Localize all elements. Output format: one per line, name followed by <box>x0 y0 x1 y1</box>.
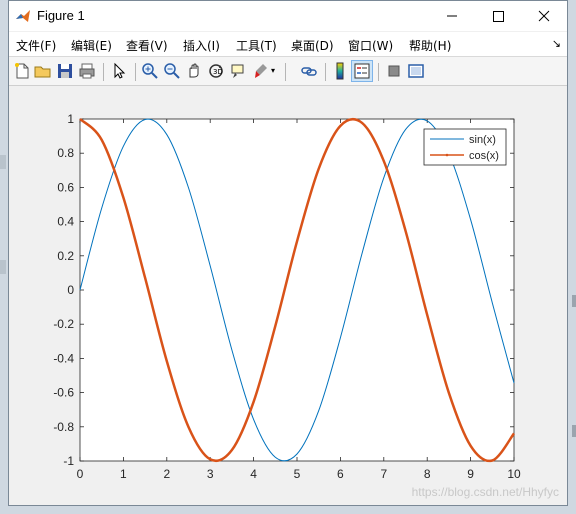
plot-axes[interactable]: 0 1 2 3 4 5 6 7 8 9 10 1 0.8 0.6 0.4 0.2 0 -0.2 -0.4 -0.6 -0… <box>9 87 567 505</box>
zoom-in-icon[interactable] <box>140 61 160 81</box>
show-plot-tools-icon[interactable] <box>406 61 426 81</box>
y-tick-label: 0.8 <box>57 146 74 160</box>
background-window-edge <box>572 425 576 437</box>
y-tick-label: 0.2 <box>57 249 74 263</box>
toolbar: 3D ▾ <box>9 56 567 86</box>
legend-label: sin(x) <box>469 134 496 146</box>
x-tick-label: 5 <box>294 467 301 481</box>
menu-view[interactable]: 查看(V) <box>126 37 168 54</box>
menu-window[interactable]: 窗口(W) <box>348 37 393 54</box>
x-tick-label: 6 <box>337 467 344 481</box>
y-tick-label: 1 <box>67 112 74 126</box>
open-file-icon[interactable] <box>33 61 53 81</box>
figure-canvas[interactable]: 0 1 2 3 4 5 6 7 8 9 10 1 0.8 0.6 0.4 0.2 0 -0.2 -0.4 -0.6 -0… <box>9 87 567 505</box>
y-tick-label: -0.4 <box>53 351 74 365</box>
background-window-edge <box>572 295 576 307</box>
x-tick-label: 8 <box>424 467 431 481</box>
save-icon[interactable] <box>55 61 75 81</box>
y-tick-label: -0.6 <box>53 386 74 400</box>
menu-edit[interactable]: 编辑(E) <box>71 37 112 54</box>
menu-insert[interactable]: 插入(I) <box>183 37 220 54</box>
toolbar-separator <box>325 63 326 81</box>
svg-text:3D: 3D <box>213 68 223 76</box>
y-tick-label: 0 <box>67 283 74 297</box>
x-tick-label: 3 <box>207 467 214 481</box>
legend-label: cos(x) <box>469 150 499 162</box>
x-tick-label: 0 <box>77 467 84 481</box>
window-title: Figure 1 <box>37 8 85 23</box>
x-tick-label: 9 <box>467 467 474 481</box>
background-window-edge <box>0 155 6 169</box>
toolbar-separator <box>135 63 136 81</box>
print-icon[interactable] <box>77 61 97 81</box>
pointer-icon[interactable] <box>109 61 129 81</box>
y-tick-label: 0.4 <box>57 215 74 229</box>
y-tick-label: 0.6 <box>57 180 74 194</box>
pan-icon[interactable] <box>184 61 204 81</box>
y-tick-label: -0.8 <box>53 420 74 434</box>
zoom-out-icon[interactable] <box>162 61 182 81</box>
x-tick-label: 4 <box>250 467 257 481</box>
menu-desktop[interactable]: 桌面(D) <box>291 37 334 54</box>
background-window-edge <box>0 260 6 274</box>
x-tick-label: 2 <box>163 467 170 481</box>
new-figure-icon[interactable] <box>12 61 32 81</box>
data-cursor-icon[interactable] <box>228 61 248 81</box>
menu-overflow-icon[interactable]: ↘ <box>552 37 561 50</box>
matlab-logo-icon <box>15 8 31 24</box>
rotate-3d-icon[interactable]: 3D <box>206 61 226 81</box>
menu-tools[interactable]: 工具(T) <box>236 37 277 54</box>
toolbar-separator <box>285 63 286 81</box>
x-tick-label: 1 <box>120 467 127 481</box>
title-bar[interactable]: Figure 1 <box>9 1 567 31</box>
y-tick-label: -1 <box>63 454 74 468</box>
x-tick-label: 7 <box>380 467 387 481</box>
colorbar-icon[interactable] <box>330 61 350 81</box>
brush-icon[interactable] <box>250 61 270 81</box>
legend-marker <box>445 153 449 157</box>
legend-icon[interactable] <box>351 60 373 82</box>
brush-dropdown-icon[interactable]: ▾ <box>271 66 275 75</box>
toolbar-separator <box>103 63 104 81</box>
link-icon[interactable] <box>299 61 319 81</box>
toolbar-separator <box>378 63 379 81</box>
plot-area <box>79 118 515 462</box>
x-tick-label: 10 <box>507 467 521 481</box>
hide-plot-tools-icon[interactable] <box>384 61 404 81</box>
minimize-button[interactable] <box>429 1 475 31</box>
menu-help[interactable]: 帮助(H) <box>409 37 451 54</box>
y-tick-label: -0.2 <box>53 317 74 331</box>
figure-window: Figure 1 文件(F) 编辑(E) 查看(V) 插入(I) 工具(T) 桌… <box>8 0 568 506</box>
close-button[interactable] <box>521 1 567 31</box>
menu-bar: 文件(F) 编辑(E) 查看(V) 插入(I) 工具(T) 桌面(D) 窗口(W… <box>9 32 567 56</box>
menu-file[interactable]: 文件(F) <box>16 37 56 54</box>
watermark: https://blog.csdn.net/Hhyfyc <box>411 485 559 499</box>
maximize-button[interactable] <box>475 1 521 31</box>
